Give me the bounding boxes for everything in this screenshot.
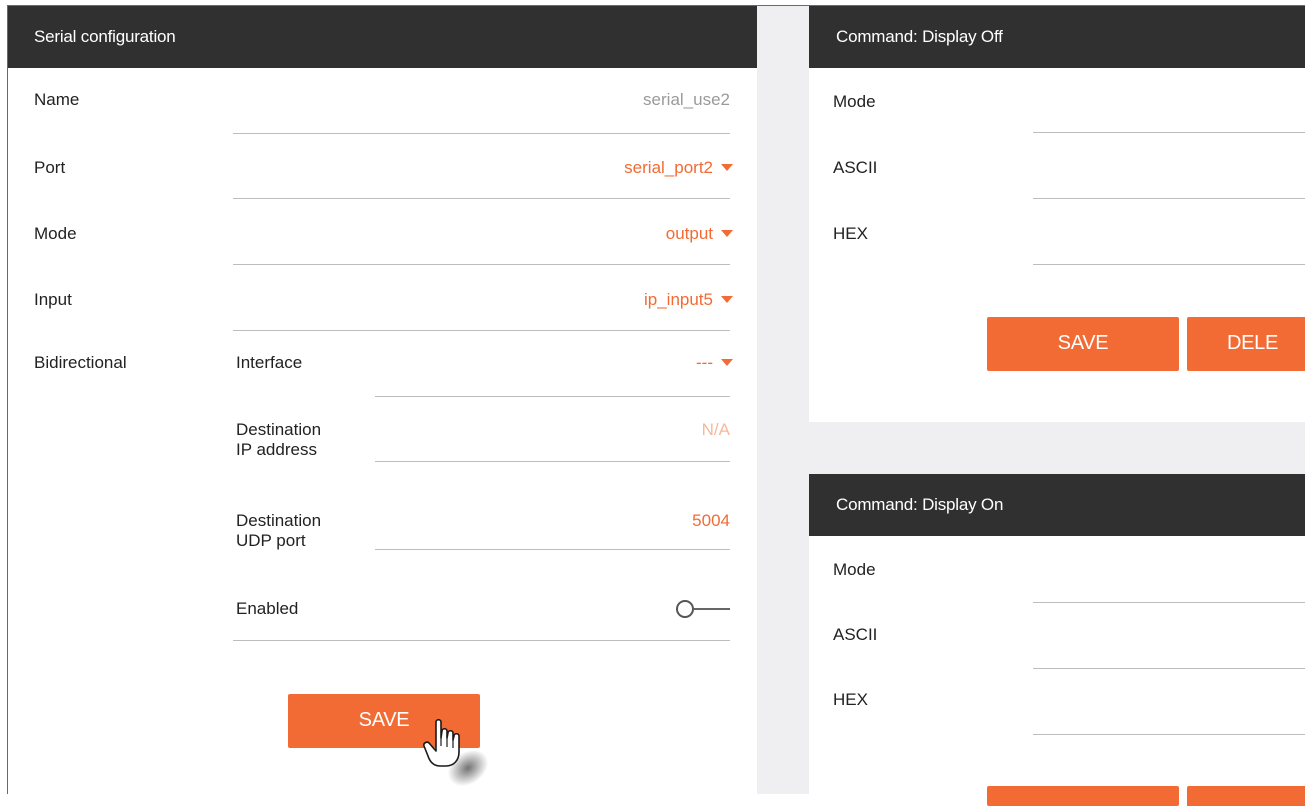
hex-label: HEX [833,690,868,709]
ascii-field[interactable] [1033,152,1305,198]
ascii-label: ASCII [833,158,878,177]
destination-udp-label-line1: Destination [236,511,322,530]
ascii-underline [1033,198,1305,199]
hex-label: HEX [833,224,868,243]
ascii-label: ASCII [833,625,878,644]
port-value: serial_port2 [624,158,713,177]
hand-pointer-icon [423,718,489,787]
mode-value: output [665,224,713,243]
mode-field[interactable] [1033,86,1305,132]
save-button-partial[interactable] [987,786,1179,806]
bidirectional-label: Bidirectional [34,353,127,372]
interface-dropdown[interactable]: --- [696,353,733,373]
toggle-track [694,608,730,610]
save-button[interactable]: SAVE [987,317,1179,371]
caret-down-icon [721,296,733,304]
caret-down-icon [721,230,733,238]
port-underline [233,198,730,199]
hex-underline [1033,264,1305,265]
serial-configuration-panel: Serial configuration Name serial_use2 Po… [8,6,757,794]
mode-dropdown[interactable]: output [666,224,733,244]
ascii-field[interactable] [1033,622,1305,668]
input-underline [233,330,730,331]
ascii-underline [1033,668,1305,669]
destination-udp-label-line2: UDP port [236,531,306,550]
mode-label: Mode [833,92,876,111]
command-display-on-panel: Command: Display On Mode ASCII HEX [809,474,1305,806]
panel-separator [757,6,809,794]
hex-field[interactable] [1033,688,1305,734]
port-dropdown[interactable]: serial_port2 [624,158,733,178]
destination-ip-field[interactable]: N/A [702,420,730,440]
mode-underline [1033,602,1305,603]
input-value: ip_input5 [643,290,713,309]
input-label: Input [34,290,72,309]
panel-title: Command: Display On [809,474,1305,536]
destination-udp-label: Destination UDP port [236,511,321,551]
port-label: Port [34,158,66,177]
enabled-label: Enabled [236,599,299,618]
destination-ip-label-line2: IP address [236,440,317,459]
destination-udp-underline [375,549,730,550]
destination-ip-label-line1: Destination [236,420,322,439]
interface-value: --- [696,353,713,372]
command-display-off-panel: Command: Display Off Mode ASCII HEX SAVE… [809,6,1305,422]
destination-udp-field[interactable]: 5004 [692,511,730,531]
delete-button-partial[interactable] [1187,786,1305,806]
enabled-underline [233,640,730,641]
name-underline [233,133,730,134]
interface-underline [375,396,730,397]
hex-underline [1033,734,1305,735]
mode-label: Mode [833,560,876,579]
toggle-knob [676,600,694,618]
panel-title: Command: Display Off [809,6,1305,68]
caret-down-icon [721,359,733,367]
mode-label: Mode [34,224,77,243]
caret-down-icon [721,164,733,172]
name-label: Name [34,90,80,109]
panel-title: Serial configuration [8,6,757,68]
name-field[interactable]: serial_use2 [643,90,730,110]
enabled-toggle[interactable] [676,600,732,618]
input-dropdown[interactable]: ip_input5 [644,290,733,310]
destination-ip-underline [375,461,730,462]
destination-ip-label: Destination IP address [236,420,321,460]
interface-label: Interface [236,353,303,372]
hex-field[interactable] [1033,218,1305,264]
mode-underline [233,264,730,265]
mode-underline [1033,132,1305,133]
panel-separator-horizontal [809,422,1305,474]
mode-field[interactable] [1033,556,1305,602]
delete-button[interactable]: DELE [1187,317,1305,371]
